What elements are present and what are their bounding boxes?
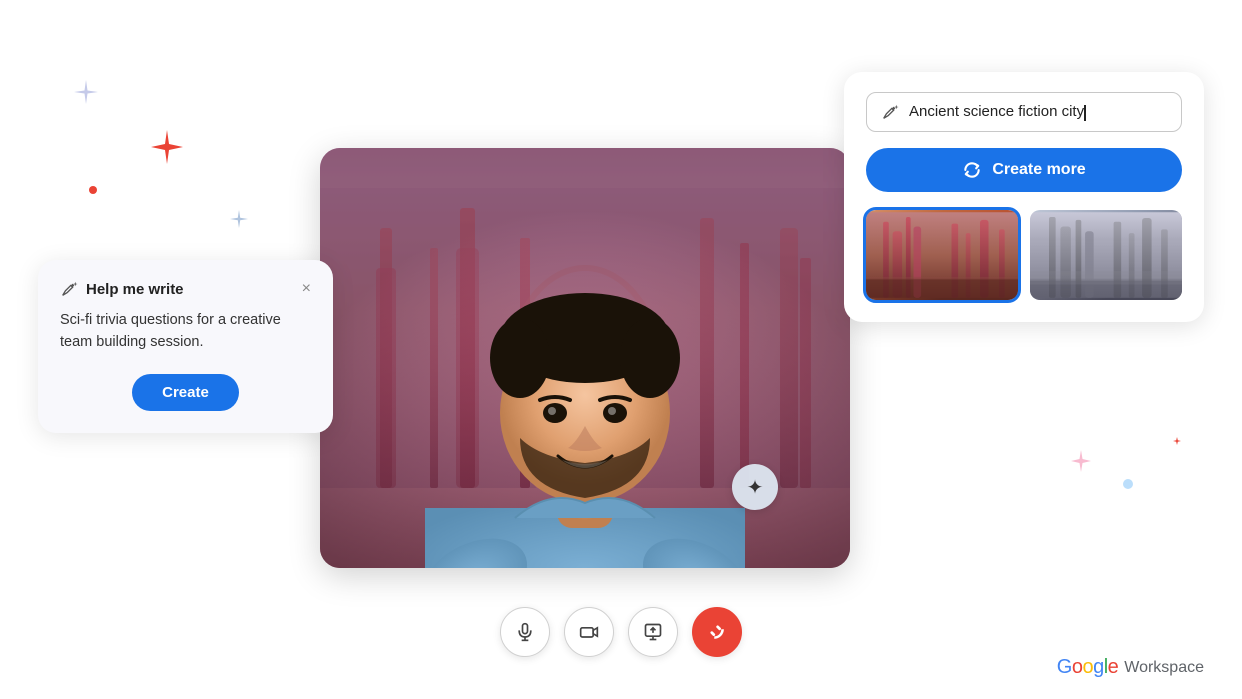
- g-letter: G: [1057, 656, 1072, 678]
- end-call-button[interactable]: [692, 607, 742, 657]
- g2-letter: g: [1093, 656, 1104, 678]
- video-controls-bar: [500, 607, 742, 657]
- ai-sparkle-icon: ✦: [747, 475, 764, 500]
- sparkle-red-dot-right: [1172, 436, 1182, 446]
- thumbnail-2[interactable]: [1030, 210, 1182, 300]
- pencil-sparkle-icon: [60, 280, 78, 298]
- camera-icon: [579, 622, 599, 642]
- workspace-label: Workspace: [1124, 659, 1204, 677]
- image-thumbnails-row: [866, 210, 1182, 300]
- thumb2-image: [1030, 210, 1182, 300]
- e-letter: e: [1108, 656, 1119, 678]
- sparkle-lightblue-small-right: [1122, 478, 1134, 490]
- person-svg: [320, 148, 850, 568]
- card-body-text: Sci-fi trivia questions for a creative t…: [60, 310, 311, 354]
- o1-letter: o: [1072, 656, 1083, 678]
- create-button[interactable]: Create: [132, 374, 239, 411]
- card-close-button[interactable]: ×: [302, 281, 311, 297]
- prompt-value: Ancient science fiction city: [909, 103, 1084, 120]
- video-feed: ✦: [320, 148, 850, 568]
- end-call-icon: [706, 621, 728, 643]
- wand-icon: [881, 103, 899, 121]
- text-cursor: [1084, 105, 1086, 121]
- sparkle-blue-top-left: [72, 78, 100, 106]
- sparkle-lightblue: [228, 208, 250, 230]
- google-letters: Google: [1057, 656, 1119, 679]
- google-workspace-logo: Google Workspace: [1057, 656, 1204, 679]
- mic-icon: [515, 622, 535, 642]
- thumb1-image: [866, 210, 1018, 300]
- mic-button[interactable]: [500, 607, 550, 657]
- share-button[interactable]: [628, 607, 678, 657]
- sparkle-red-large: [148, 128, 186, 166]
- sparkle-pink-right: [1068, 448, 1094, 474]
- refresh-icon: [962, 160, 982, 180]
- prompt-text: Ancient science fiction city: [909, 103, 1167, 120]
- person-overlay: [320, 148, 850, 568]
- thumbnail-1[interactable]: [866, 210, 1018, 300]
- ai-image-card: Ancient science fiction city Create more: [844, 72, 1204, 322]
- o2-letter: o: [1082, 656, 1093, 678]
- share-icon: [643, 622, 663, 642]
- sparkle-red-dot: [88, 185, 98, 195]
- help-write-title: Help me write: [86, 281, 184, 298]
- camera-button[interactable]: [564, 607, 614, 657]
- card-header: Help me write ×: [60, 280, 311, 298]
- card-title-area: Help me write: [60, 280, 184, 298]
- ai-sparkle-button[interactable]: ✦: [732, 464, 778, 510]
- create-more-button[interactable]: Create more: [866, 148, 1182, 192]
- prompt-input-row[interactable]: Ancient science fiction city: [866, 92, 1182, 132]
- create-more-label: Create more: [992, 161, 1085, 179]
- help-me-write-card: Help me write × Sci-fi trivia questions …: [38, 260, 333, 433]
